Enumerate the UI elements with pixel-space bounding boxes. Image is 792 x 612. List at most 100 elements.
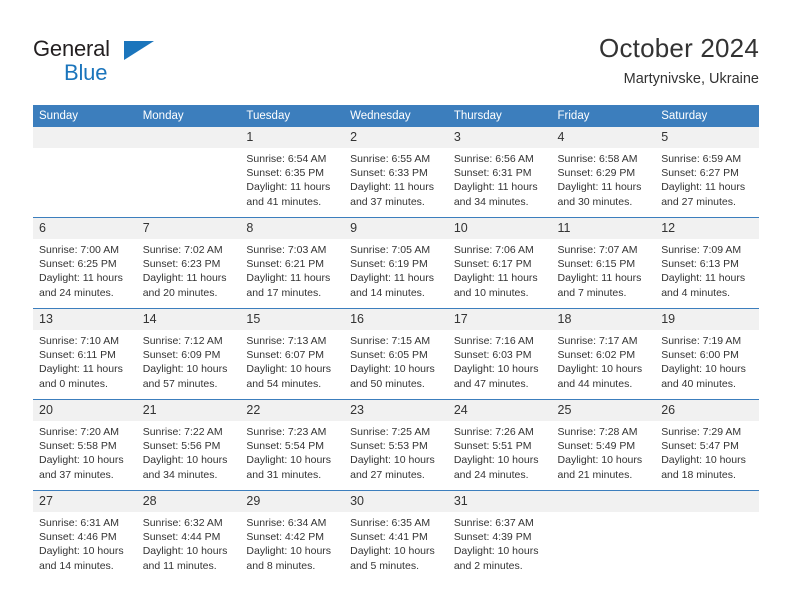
calendar-day-cell[interactable]: 14 Sunrise: 7:12 AM Sunset: 6:09 PM Dayligh… bbox=[136, 308, 241, 400]
calendar-day-cell[interactable]: 9 Sunrise: 7:05 AM Sunset: 6:19 PM Daylight… bbox=[344, 217, 448, 309]
calendar-day-cell[interactable]: 16 Sunrise: 7:15 AM Sunset: 6:05 PM Dayligh… bbox=[344, 308, 448, 400]
calendar-day-cell[interactable]: 30 Sunrise: 6:35 AM Sunset: 4:41 PM Dayligh… bbox=[344, 490, 448, 581]
calendar-day-cell[interactable]: 20 Sunrise: 7:20 AM Sunset: 5:58 PM Dayligh… bbox=[33, 399, 137, 491]
weekday-header-sunday: Sunday bbox=[33, 105, 137, 127]
day-number: 1 bbox=[240, 127, 345, 148]
calendar-day-cell[interactable]: 21 Sunrise: 7:22 AM Sunset: 5:56 PM Dayligh… bbox=[136, 399, 241, 491]
day-details: Sunrise: 7:03 AM Sunset: 6:21 PM Daylight:… bbox=[240, 239, 344, 300]
daylight-text: Daylight: 11 hours bbox=[246, 181, 331, 194]
daylight-text-cont: and 44 minutes. bbox=[557, 377, 633, 390]
calendar-day-cell[interactable]: 24 Sunrise: 7:26 AM Sunset: 5:51 PM Dayligh… bbox=[447, 399, 552, 491]
calendar-day-cell-empty bbox=[551, 490, 656, 581]
sunset-text: Sunset: 5:53 PM bbox=[350, 440, 428, 453]
sunset-text: Sunset: 6:15 PM bbox=[557, 258, 636, 271]
sunrise-text: Sunrise: 7:20 AM bbox=[39, 426, 119, 438]
sunset-text: Sunset: 6:29 PM bbox=[557, 167, 636, 180]
day-details: Sunrise: 6:55 AM Sunset: 6:33 PM Daylight:… bbox=[344, 148, 448, 209]
calendar-day-cell[interactable]: 25 Sunrise: 7:28 AM Sunset: 5:49 PM Dayligh… bbox=[551, 399, 656, 491]
sunset-text: Sunset: 5:47 PM bbox=[661, 440, 739, 453]
day-details: Sunrise: 6:56 AM Sunset: 6:31 PM Daylight:… bbox=[448, 148, 552, 209]
sunset-text: Sunset: 6:27 PM bbox=[661, 167, 739, 180]
day-details: Sunrise: 6:58 AM Sunset: 6:29 PM Daylight:… bbox=[552, 148, 656, 209]
sunset-text: Sunset: 5:58 PM bbox=[39, 440, 117, 453]
daylight-text: Daylight: 10 hours bbox=[453, 363, 539, 376]
sunrise-text: Sunrise: 6:59 AM bbox=[661, 153, 742, 165]
calendar-day-cell[interactable]: 11 Sunrise: 7:07 AM Sunset: 6:15 PM Dayligh… bbox=[551, 217, 656, 309]
sunrise-text: Sunrise: 7:29 AM bbox=[661, 426, 742, 438]
daylight-text-cont: and 10 minutes. bbox=[453, 286, 529, 299]
calendar-day-cell[interactable]: 1 Sunrise: 6:54 AM Sunset: 6:35 PM Daylight… bbox=[240, 127, 345, 218]
calendar-day-cell[interactable]: 23 Sunrise: 7:25 AM Sunset: 5:53 PM Dayligh… bbox=[344, 399, 448, 491]
calendar-day-cell[interactable]: 3 Sunrise: 6:56 AM Sunset: 6:31 PM Daylight… bbox=[447, 127, 552, 218]
sunset-text: Sunset: 6:31 PM bbox=[453, 167, 532, 180]
daylight-text: Daylight: 11 hours bbox=[557, 181, 642, 194]
weekday-header-saturday: Saturday bbox=[655, 105, 759, 127]
calendar-day-cell[interactable]: 29 Sunrise: 6:34 AM Sunset: 4:42 PM Dayligh… bbox=[240, 490, 345, 581]
calendar-day-cell[interactable]: 8 Sunrise: 7:03 AM Sunset: 6:21 PM Daylight… bbox=[240, 217, 345, 309]
weekday-header-wednesday: Wednesday bbox=[344, 105, 448, 127]
sunset-text: Sunset: 4:42 PM bbox=[246, 531, 325, 544]
sunrise-text: Sunrise: 7:28 AM bbox=[557, 426, 638, 438]
sunrise-text: Sunrise: 7:07 AM bbox=[557, 244, 638, 256]
day-details bbox=[552, 512, 656, 516]
calendar-day-cell[interactable]: 19 Sunrise: 7:19 AM Sunset: 6:00 PM Dayligh… bbox=[655, 308, 759, 400]
day-number: 6 bbox=[33, 218, 137, 239]
sunrise-text: Sunrise: 7:15 AM bbox=[350, 335, 431, 347]
calendar-day-cell[interactable]: 13 Sunrise: 7:10 AM Sunset: 6:11 PM Dayligh… bbox=[33, 308, 137, 400]
daylight-text: Daylight: 11 hours bbox=[142, 272, 227, 285]
daylight-text-cont: and 21 minutes. bbox=[557, 468, 633, 481]
calendar-day-cell[interactable]: 6 Sunrise: 7:00 AM Sunset: 6:25 PM Daylight… bbox=[33, 217, 137, 309]
day-details: Sunrise: 7:09 AM Sunset: 6:13 PM Daylight:… bbox=[655, 239, 759, 300]
day-number: 25 bbox=[551, 400, 656, 421]
daylight-text-cont: and 14 minutes. bbox=[39, 559, 114, 572]
sunrise-text: Sunrise: 7:22 AM bbox=[142, 426, 223, 438]
day-number: 19 bbox=[655, 309, 759, 330]
daylight-text-cont: and 24 minutes. bbox=[453, 468, 529, 481]
sunrise-text: Sunrise: 7:12 AM bbox=[142, 335, 223, 347]
daylight-text-cont: and 2 minutes. bbox=[453, 559, 523, 572]
daylight-text: Daylight: 11 hours bbox=[39, 363, 123, 376]
daylight-text-cont: and 37 minutes. bbox=[39, 468, 114, 481]
calendar-day-cell[interactable]: 10 Sunrise: 7:06 AM Sunset: 6:17 PM Dayligh… bbox=[447, 217, 552, 309]
day-number: 23 bbox=[344, 400, 448, 421]
sunset-text: Sunset: 5:56 PM bbox=[142, 440, 221, 453]
day-details: Sunrise: 7:13 AM Sunset: 6:07 PM Daylight:… bbox=[240, 330, 344, 391]
calendar-body: 1 Sunrise: 6:54 AM Sunset: 6:35 PM Daylight… bbox=[33, 127, 759, 581]
calendar-day-cell[interactable]: 27 Sunrise: 6:31 AM Sunset: 4:46 PM Dayligh… bbox=[33, 490, 137, 581]
calendar-day-cell[interactable]: 2 Sunrise: 6:55 AM Sunset: 6:33 PM Daylight… bbox=[344, 127, 448, 218]
calendar-day-cell-empty bbox=[136, 127, 241, 218]
generalblue-logo[interactable]: General Blue bbox=[33, 36, 173, 88]
sunrise-text: Sunrise: 7:25 AM bbox=[350, 426, 431, 438]
calendar-week-row: 13 Sunrise: 7:10 AM Sunset: 6:11 PM Dayligh… bbox=[33, 308, 759, 400]
calendar-day-cell[interactable]: 5 Sunrise: 6:59 AM Sunset: 6:27 PM Daylight… bbox=[655, 127, 759, 218]
calendar-day-cell[interactable]: 4 Sunrise: 6:58 AM Sunset: 6:29 PM Daylight… bbox=[551, 127, 656, 218]
daylight-text-cont: and 34 minutes. bbox=[453, 195, 529, 208]
calendar-day-cell[interactable]: 26 Sunrise: 7:29 AM Sunset: 5:47 PM Dayligh… bbox=[655, 399, 759, 491]
sunset-text: Sunset: 6:00 PM bbox=[661, 349, 739, 362]
day-number: 10 bbox=[447, 218, 552, 239]
calendar-day-cell[interactable]: 28 Sunrise: 6:32 AM Sunset: 4:44 PM Dayligh… bbox=[136, 490, 241, 581]
sunset-text: Sunset: 5:51 PM bbox=[453, 440, 532, 453]
sunset-text: Sunset: 5:49 PM bbox=[557, 440, 636, 453]
day-details: Sunrise: 7:23 AM Sunset: 5:54 PM Daylight:… bbox=[240, 421, 344, 482]
calendar-day-cell[interactable]: 31 Sunrise: 6:37 AM Sunset: 4:39 PM Dayligh… bbox=[447, 490, 552, 581]
daylight-text-cont: and 30 minutes. bbox=[557, 195, 633, 208]
calendar-day-cell[interactable]: 18 Sunrise: 7:17 AM Sunset: 6:02 PM Dayligh… bbox=[551, 308, 656, 400]
sunset-text: Sunset: 5:54 PM bbox=[246, 440, 325, 453]
calendar-day-cell[interactable]: 7 Sunrise: 7:02 AM Sunset: 6:23 PM Daylight… bbox=[136, 217, 241, 309]
sunrise-text: Sunrise: 6:32 AM bbox=[142, 517, 223, 529]
calendar-week-row: 27 Sunrise: 6:31 AM Sunset: 4:46 PM Dayligh… bbox=[33, 490, 759, 581]
calendar-day-cell-empty bbox=[655, 490, 759, 581]
calendar-day-cell[interactable]: 15 Sunrise: 7:13 AM Sunset: 6:07 PM Dayligh… bbox=[240, 308, 345, 400]
sunset-text: Sunset: 4:41 PM bbox=[350, 531, 428, 544]
day-details: Sunrise: 7:12 AM Sunset: 6:09 PM Daylight:… bbox=[137, 330, 241, 391]
sunrise-text: Sunrise: 6:55 AM bbox=[350, 153, 431, 165]
calendar-day-cell[interactable]: 22 Sunrise: 7:23 AM Sunset: 5:54 PM Dayligh… bbox=[240, 399, 345, 491]
daylight-text: Daylight: 11 hours bbox=[39, 272, 123, 285]
day-details: Sunrise: 7:15 AM Sunset: 6:05 PM Daylight:… bbox=[344, 330, 448, 391]
calendar-day-cell[interactable]: 12 Sunrise: 7:09 AM Sunset: 6:13 PM Dayligh… bbox=[655, 217, 759, 309]
day-details: Sunrise: 7:20 AM Sunset: 5:58 PM Daylight:… bbox=[33, 421, 137, 482]
day-details: Sunrise: 7:29 AM Sunset: 5:47 PM Daylight:… bbox=[655, 421, 759, 482]
daylight-text-cont: and 11 minutes. bbox=[142, 559, 217, 572]
calendar-day-cell[interactable]: 17 Sunrise: 7:16 AM Sunset: 6:03 PM Dayligh… bbox=[447, 308, 552, 400]
